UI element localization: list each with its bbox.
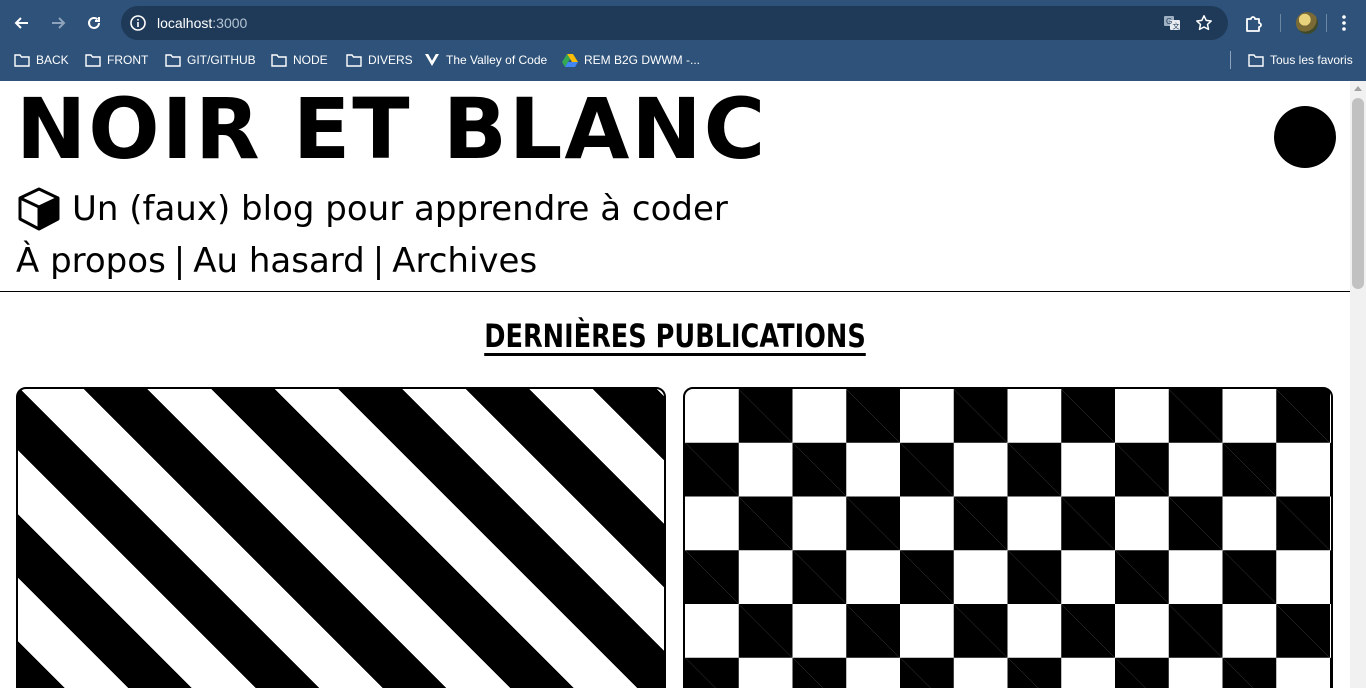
bookmark-label: DIVERS [368, 53, 413, 67]
bookmark-label: GIT/GITHUB [187, 53, 256, 67]
nav-link-random[interactable]: Au hasard [193, 241, 365, 281]
all-bookmarks[interactable]: Tous les favoris [1248, 49, 1353, 71]
bookmark-label: REM B2G DWWM -... [584, 53, 700, 67]
scroll-up-arrow-icon[interactable] [1354, 86, 1362, 91]
folder-icon [346, 54, 362, 67]
scroll-thumb[interactable] [1352, 98, 1364, 289]
section-title: DERNIÈRES PUBLICATIONS [484, 317, 866, 355]
puzzle-icon[interactable] [1243, 12, 1265, 34]
nav-link-archives[interactable]: Archives [392, 241, 537, 281]
avatar[interactable] [1296, 12, 1318, 34]
url-host: localhost [157, 15, 213, 31]
nav-separator: | [173, 241, 186, 281]
folder-icon [14, 54, 30, 67]
browser-chrome: localhost:3000 G文 BACK FRONT GIT/GITHUB … [0, 0, 1366, 81]
page-viewport: NOIR ET BLANC Un (faux) blog pour appren… [0, 81, 1350, 688]
google-drive-icon [562, 54, 578, 67]
url-text: localhost:3000 [157, 6, 247, 40]
header-divider [0, 291, 1350, 292]
post-card-stripes[interactable] [16, 387, 666, 688]
bookmark-folder-node[interactable]: NODE [271, 49, 328, 71]
reload-icon[interactable] [80, 9, 108, 37]
toolbar-divider [1326, 14, 1327, 32]
svg-text:G: G [1166, 17, 1172, 26]
folder-icon [165, 54, 181, 67]
nav-separator: | [372, 241, 385, 281]
all-bookmarks-label: Tous les favoris [1270, 53, 1353, 67]
bookmark-folder-git[interactable]: GIT/GITHUB [165, 49, 256, 71]
site-nav: À propos | Au hasard | Archives [16, 239, 537, 283]
bookmark-folder-divers[interactable]: DIVERS [346, 49, 413, 71]
tagline-text: Un (faux) blog pour apprendre à coder [72, 189, 728, 229]
url-port: :3000 [212, 15, 248, 31]
bookmark-rem-b2g[interactable]: REM B2G DWWM -... [562, 49, 700, 71]
folder-icon [271, 54, 287, 67]
bookmarks-bar: BACK FRONT GIT/GITHUB NODE DIVERS The Va… [0, 46, 1366, 74]
translate-icon[interactable]: G文 [1163, 14, 1181, 32]
site-title[interactable]: NOIR ET BLANC [16, 87, 767, 171]
browser-toolbar: localhost:3000 G文 [0, 0, 1366, 46]
folder-icon [85, 54, 101, 67]
svg-text:文: 文 [1173, 22, 1180, 31]
site-tagline: Un (faux) blog pour apprendre à coder [16, 185, 728, 233]
arrow-left-icon[interactable] [8, 9, 36, 37]
page-scrollbar[interactable] [1350, 81, 1366, 688]
toolbar-divider [1280, 14, 1281, 32]
bookmark-label: FRONT [107, 53, 149, 67]
arrow-right-icon[interactable] [44, 9, 72, 37]
valley-logo-icon [425, 54, 439, 66]
bookmark-folder-back[interactable]: BACK [14, 49, 69, 71]
kebab-menu-icon[interactable] [1333, 12, 1355, 34]
theme-toggle[interactable] [1274, 106, 1336, 168]
bookmarks-divider [1230, 51, 1231, 69]
bookmark-folder-front[interactable]: FRONT [85, 49, 148, 71]
cube-icon [18, 187, 60, 231]
bookmark-label: The Valley of Code [446, 53, 548, 67]
star-icon[interactable] [1195, 14, 1213, 32]
folder-icon [1248, 54, 1264, 67]
bookmark-label: NODE [293, 53, 328, 67]
bookmark-label: BACK [36, 53, 69, 67]
bookmark-valley-of-code[interactable]: The Valley of Code [424, 49, 547, 71]
post-card-checkerboard[interactable] [683, 387, 1333, 688]
nav-link-about[interactable]: À propos [16, 241, 166, 281]
info-icon[interactable] [129, 14, 147, 32]
address-bar[interactable]: localhost:3000 G文 [121, 6, 1228, 40]
